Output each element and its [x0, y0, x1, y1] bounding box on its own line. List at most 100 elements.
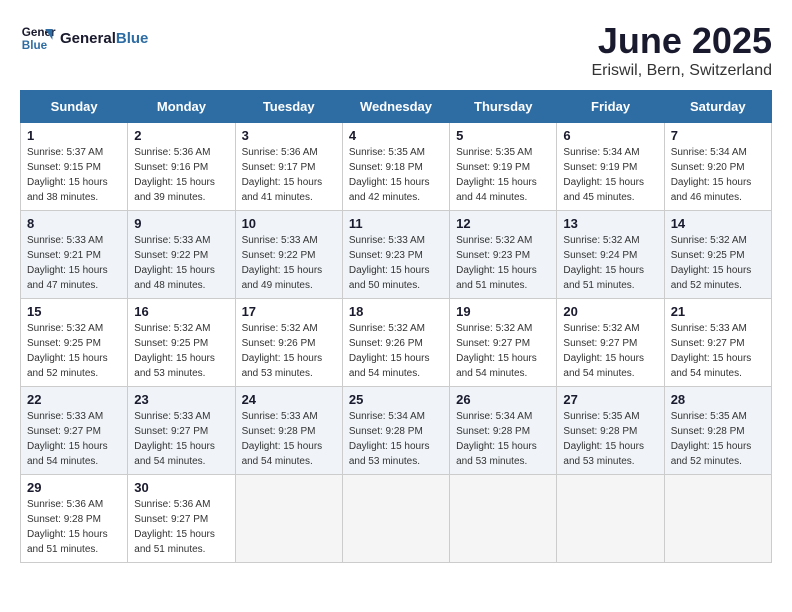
page-header: General Blue GeneralBlue June 2025 Erisw…: [20, 20, 772, 80]
day-number: 18: [349, 304, 443, 319]
day-info: Sunrise: 5:32 AMSunset: 9:23 PMDaylight:…: [456, 233, 550, 293]
day-info: Sunrise: 5:32 AMSunset: 9:26 PMDaylight:…: [349, 321, 443, 381]
calendar-cell: 11 Sunrise: 5:33 AMSunset: 9:23 PMDayligh…: [342, 211, 449, 299]
calendar-cell: 15 Sunrise: 5:32 AMSunset: 9:25 PMDayligh…: [21, 299, 128, 387]
calendar-cell: [342, 475, 449, 563]
day-info: Sunrise: 5:32 AMSunset: 9:25 PMDaylight:…: [134, 321, 228, 381]
day-number: 1: [27, 128, 121, 143]
logo: General Blue GeneralBlue: [20, 20, 148, 56]
day-number: 4: [349, 128, 443, 143]
calendar-cell: 2 Sunrise: 5:36 AMSunset: 9:16 PMDaylight…: [128, 123, 235, 211]
calendar-cell: 4 Sunrise: 5:35 AMSunset: 9:18 PMDaylight…: [342, 123, 449, 211]
calendar-cell: 9 Sunrise: 5:33 AMSunset: 9:22 PMDaylight…: [128, 211, 235, 299]
day-number: 2: [134, 128, 228, 143]
logo-text: GeneralBlue: [60, 30, 148, 47]
calendar-cell: 30Sunrise: 5:36 AMSunset: 9:27 PMDayligh…: [128, 475, 235, 563]
page-title: June 2025: [592, 20, 773, 62]
calendar-cell: 25Sunrise: 5:34 AMSunset: 9:28 PMDayligh…: [342, 387, 449, 475]
column-header-monday: Monday: [128, 91, 235, 123]
calendar-cell: 23 Sunrise: 5:33 AMSunset: 9:27 PMDayligh…: [128, 387, 235, 475]
day-info: Sunrise: 5:34 AMSunset: 9:28 PMDaylight:…: [456, 409, 550, 469]
day-info: Sunrise: 5:33 AMSunset: 9:28 PMDaylight:…: [242, 409, 336, 469]
day-number: 28: [671, 392, 765, 407]
day-number: 16: [134, 304, 228, 319]
calendar-cell: 29Sunrise: 5:36 AMSunset: 9:28 PMDayligh…: [21, 475, 128, 563]
day-number: 26: [456, 392, 550, 407]
day-info: Sunrise: 5:34 AMSunset: 9:19 PMDaylight:…: [563, 145, 657, 205]
day-number: 10: [242, 216, 336, 231]
column-header-saturday: Saturday: [664, 91, 771, 123]
day-number: 21: [671, 304, 765, 319]
day-number: 29: [27, 480, 121, 495]
svg-text:Blue: Blue: [22, 39, 48, 52]
day-info: Sunrise: 5:32 AMSunset: 9:25 PMDaylight:…: [671, 233, 765, 293]
day-number: 23: [134, 392, 228, 407]
day-number: 30: [134, 480, 228, 495]
calendar-cell: 14 Sunrise: 5:32 AMSunset: 9:25 PMDayligh…: [664, 211, 771, 299]
week-row-3: 15 Sunrise: 5:32 AMSunset: 9:25 PMDayligh…: [21, 299, 772, 387]
calendar-cell: 13Sunrise: 5:32 AMSunset: 9:24 PMDayligh…: [557, 211, 664, 299]
day-info: Sunrise: 5:35 AMSunset: 9:18 PMDaylight:…: [349, 145, 443, 205]
calendar-cell: 3 Sunrise: 5:36 AMSunset: 9:17 PMDaylight…: [235, 123, 342, 211]
column-header-tuesday: Tuesday: [235, 91, 342, 123]
day-info: Sunrise: 5:36 AMSunset: 9:17 PMDaylight:…: [242, 145, 336, 205]
calendar-table: SundayMondayTuesdayWednesdayThursdayFrid…: [20, 90, 772, 563]
day-info: Sunrise: 5:35 AMSunset: 9:19 PMDaylight:…: [456, 145, 550, 205]
column-header-friday: Friday: [557, 91, 664, 123]
column-header-wednesday: Wednesday: [342, 91, 449, 123]
calendar-header-row: SundayMondayTuesdayWednesdayThursdayFrid…: [21, 91, 772, 123]
day-number: 5: [456, 128, 550, 143]
day-number: 11: [349, 216, 443, 231]
calendar-cell: 20 Sunrise: 5:32 AMSunset: 9:27 PMDayligh…: [557, 299, 664, 387]
day-number: 27: [563, 392, 657, 407]
day-info: Sunrise: 5:33 AMSunset: 9:27 PMDaylight:…: [671, 321, 765, 381]
calendar-cell: 18 Sunrise: 5:32 AMSunset: 9:26 PMDayligh…: [342, 299, 449, 387]
title-section: June 2025 Eriswil, Bern, Switzerland: [592, 20, 773, 80]
calendar-cell: 8 Sunrise: 5:33 AMSunset: 9:21 PMDaylight…: [21, 211, 128, 299]
day-info: Sunrise: 5:33 AMSunset: 9:22 PMDaylight:…: [242, 233, 336, 293]
day-info: Sunrise: 5:33 AMSunset: 9:21 PMDaylight:…: [27, 233, 121, 293]
calendar-cell: 7Sunrise: 5:34 AMSunset: 9:20 PMDaylight…: [664, 123, 771, 211]
day-number: 20: [563, 304, 657, 319]
calendar-cell: [664, 475, 771, 563]
calendar-cell: 17Sunrise: 5:32 AMSunset: 9:26 PMDayligh…: [235, 299, 342, 387]
day-number: 13: [563, 216, 657, 231]
calendar-cell: 28Sunrise: 5:35 AMSunset: 9:28 PMDayligh…: [664, 387, 771, 475]
day-number: 17: [242, 304, 336, 319]
day-number: 8: [27, 216, 121, 231]
day-number: 15: [27, 304, 121, 319]
calendar-cell: [450, 475, 557, 563]
day-number: 6: [563, 128, 657, 143]
day-number: 3: [242, 128, 336, 143]
day-info: Sunrise: 5:34 AMSunset: 9:28 PMDaylight:…: [349, 409, 443, 469]
day-number: 14: [671, 216, 765, 231]
day-number: 12: [456, 216, 550, 231]
day-info: Sunrise: 5:32 AMSunset: 9:27 PMDaylight:…: [456, 321, 550, 381]
calendar-cell: 6 Sunrise: 5:34 AMSunset: 9:19 PMDaylight…: [557, 123, 664, 211]
day-info: Sunrise: 5:33 AMSunset: 9:27 PMDaylight:…: [134, 409, 228, 469]
calendar-cell: 27Sunrise: 5:35 AMSunset: 9:28 PMDayligh…: [557, 387, 664, 475]
calendar-cell: 24Sunrise: 5:33 AMSunset: 9:28 PMDayligh…: [235, 387, 342, 475]
column-header-thursday: Thursday: [450, 91, 557, 123]
calendar-cell: 1 Sunrise: 5:37 AMSunset: 9:15 PMDaylight…: [21, 123, 128, 211]
day-info: Sunrise: 5:36 AMSunset: 9:16 PMDaylight:…: [134, 145, 228, 205]
calendar-cell: [557, 475, 664, 563]
week-row-1: 1 Sunrise: 5:37 AMSunset: 9:15 PMDaylight…: [21, 123, 772, 211]
calendar-cell: 5 Sunrise: 5:35 AMSunset: 9:19 PMDaylight…: [450, 123, 557, 211]
day-number: 9: [134, 216, 228, 231]
day-info: Sunrise: 5:33 AMSunset: 9:23 PMDaylight:…: [349, 233, 443, 293]
day-number: 22: [27, 392, 121, 407]
day-info: Sunrise: 5:34 AMSunset: 9:20 PMDaylight:…: [671, 145, 765, 205]
day-info: Sunrise: 5:33 AMSunset: 9:22 PMDaylight:…: [134, 233, 228, 293]
day-number: 19: [456, 304, 550, 319]
day-info: Sunrise: 5:37 AMSunset: 9:15 PMDaylight:…: [27, 145, 121, 205]
week-row-4: 22 Sunrise: 5:33 AMSunset: 9:27 PMDayligh…: [21, 387, 772, 475]
column-header-sunday: Sunday: [21, 91, 128, 123]
calendar-cell: [235, 475, 342, 563]
day-info: Sunrise: 5:32 AMSunset: 9:25 PMDaylight:…: [27, 321, 121, 381]
day-info: Sunrise: 5:33 AMSunset: 9:27 PMDaylight:…: [27, 409, 121, 469]
week-row-2: 8 Sunrise: 5:33 AMSunset: 9:21 PMDaylight…: [21, 211, 772, 299]
page-subtitle: Eriswil, Bern, Switzerland: [592, 62, 773, 80]
day-info: Sunrise: 5:32 AMSunset: 9:27 PMDaylight:…: [563, 321, 657, 381]
logo-icon: General Blue: [20, 20, 56, 56]
